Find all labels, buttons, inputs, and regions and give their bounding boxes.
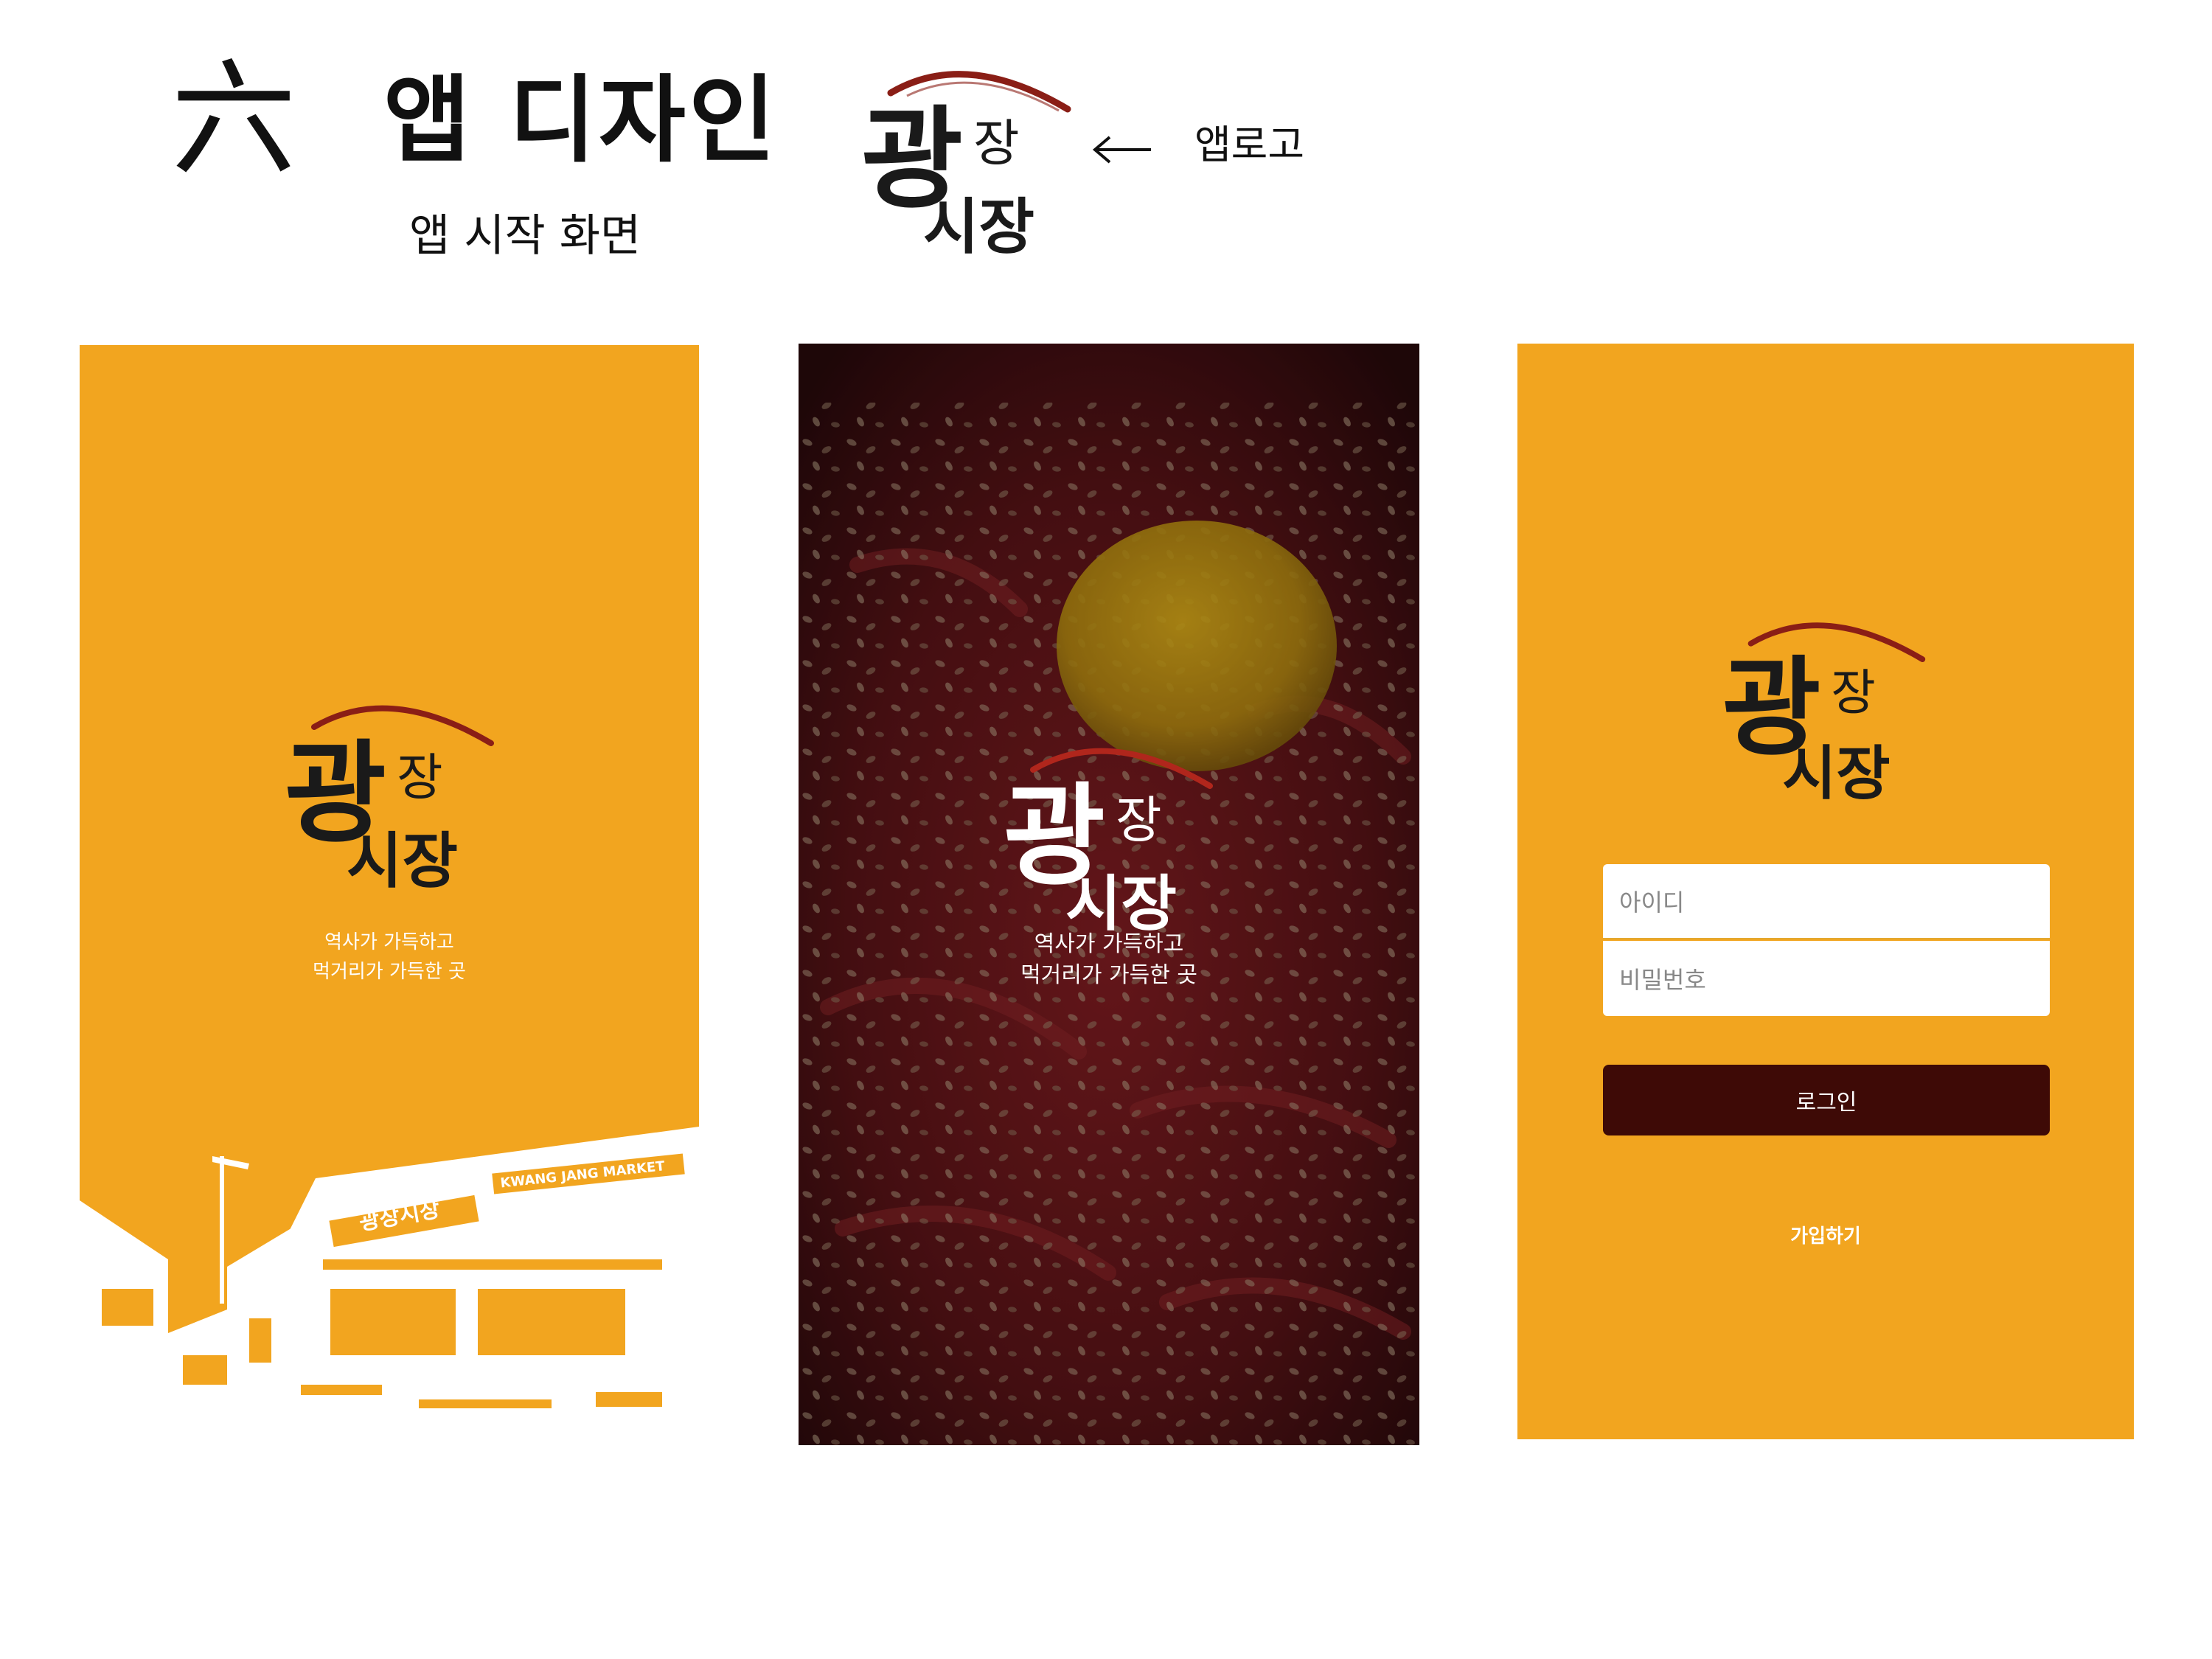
logo-top-glyph: 장 xyxy=(973,115,1020,173)
svg-text:시장: 시장 xyxy=(1782,738,1890,807)
hanja-six: 六 xyxy=(171,47,297,193)
market-building-illustration: 광장시장 KWANG JANG MARKET xyxy=(80,1127,699,1445)
tagline-line-1: 역사가 가득하고 xyxy=(324,931,454,953)
page-title: 앱 디자인 xyxy=(383,66,779,175)
tagline: 역사가 가득하고 먹거리가 가득한 곳 xyxy=(799,929,1419,991)
password-input[interactable]: 비밀번호 xyxy=(1603,941,2050,1016)
screen-login: 광 장 시장 아이디 비밀번호 로그인 가입하기 xyxy=(1517,344,2134,1439)
svg-text:장: 장 xyxy=(397,749,443,807)
logo-caption: 앱로고 xyxy=(1194,122,1305,168)
app-logo: 광 장 시장 xyxy=(285,705,494,897)
tagline-line-1: 역사가 가득하고 xyxy=(1034,931,1184,957)
svg-text:장: 장 xyxy=(1116,792,1162,850)
tagline-line-2: 먹거리가 가득한 곳 xyxy=(1020,962,1197,988)
screen-splash-market: 광 장 시장 역사가 가득하고 먹거리가 가득한 곳 광장시장 KWANG JA… xyxy=(80,345,699,1445)
tagline: 역사가 가득하고 먹거리가 가득한 곳 xyxy=(80,928,699,987)
app-logo: 광 장 시장 xyxy=(1722,622,1926,807)
svg-text:장: 장 xyxy=(1831,664,1876,721)
app-logo-light: 광 장 시장 xyxy=(1004,748,1213,939)
login-button[interactable]: 로그인 xyxy=(1603,1065,2050,1135)
app-logo: 광 장 시장 xyxy=(861,71,1071,262)
id-input[interactable]: 아이디 xyxy=(1603,864,2050,939)
arrow-left-icon xyxy=(1092,136,1151,164)
signup-link[interactable]: 가입하기 xyxy=(1517,1221,2134,1248)
tagline-line-2: 먹거리가 가득한 곳 xyxy=(313,961,466,983)
page-subtitle: 앱 시작 화면 xyxy=(409,210,641,262)
logo-bottom-glyph: 시장 xyxy=(923,192,1034,262)
screen-splash-food: 광 장 시장 역사가 가득하고 먹거리가 가득한 곳 xyxy=(799,344,1419,1445)
svg-text:시장: 시장 xyxy=(347,826,458,897)
